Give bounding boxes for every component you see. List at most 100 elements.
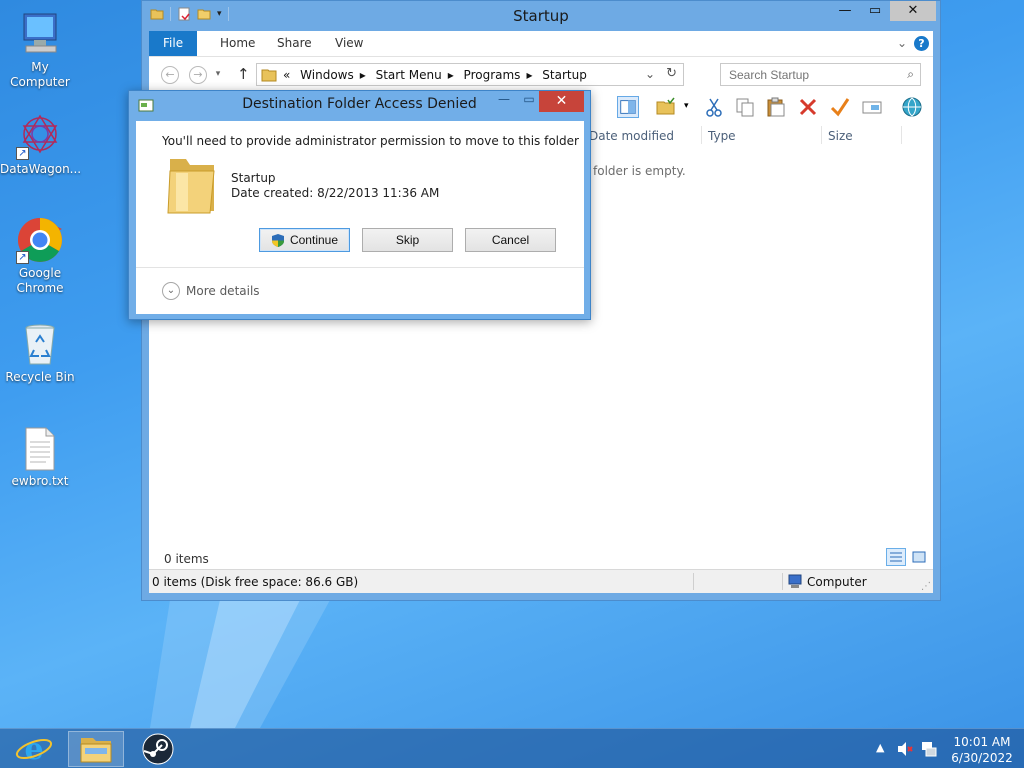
- large-icons-view-button[interactable]: [909, 548, 929, 566]
- forward-button[interactable]: →: [189, 66, 207, 84]
- search-box[interactable]: ⌕: [720, 63, 921, 86]
- recent-locations-chevron-icon[interactable]: ▾: [213, 66, 223, 84]
- dialog-minimize-button[interactable]: —: [491, 92, 517, 106]
- computer-icon: [788, 574, 802, 588]
- breadcrumb-separator-icon[interactable]: ▸: [448, 68, 454, 82]
- window-controls: — ▭ ✕: [830, 1, 936, 21]
- minimize-button[interactable]: —: [830, 1, 860, 21]
- rename-icon[interactable]: [861, 96, 883, 118]
- checkmark-icon[interactable]: [829, 96, 851, 118]
- folder-options-dropdown-chevron-icon[interactable]: ▾: [684, 101, 689, 111]
- cut-icon[interactable]: [703, 96, 725, 118]
- dialog-maximize-button[interactable]: ▭: [517, 92, 541, 106]
- ribbon-expand-chevron-icon[interactable]: ⌄: [897, 36, 907, 50]
- help-icon[interactable]: ?: [914, 36, 929, 51]
- folder-name: Startup: [231, 171, 276, 185]
- desktop-icon-recycle-bin[interactable]: Recycle Bin: [0, 320, 80, 385]
- dialog-divider: [136, 267, 584, 268]
- column-header-date-modified[interactable]: Date modified: [589, 129, 674, 143]
- volume-muted-icon[interactable]: [896, 740, 914, 758]
- shortcut-arrow-icon: ↗: [16, 147, 29, 160]
- paste-icon[interactable]: [765, 96, 787, 118]
- search-icon[interactable]: ⌕: [907, 67, 914, 82]
- address-field[interactable]: « Windows ▸ Start Menu ▸ Programs ▸ Startup…: [256, 63, 684, 86]
- copy-icon[interactable]: [734, 96, 756, 118]
- dialog-body: You'll need to provide administrator per…: [136, 121, 584, 314]
- column-header-size[interactable]: Size: [828, 129, 853, 143]
- back-button[interactable]: ←: [161, 66, 179, 84]
- search-input[interactable]: [721, 64, 891, 85]
- breadcrumb-item[interactable]: Windows: [300, 68, 354, 82]
- details-view-button[interactable]: [886, 548, 906, 566]
- ribbon-tabs: File Home Share View ⌄ ?: [149, 31, 933, 56]
- recycle-bin-icon: [25, 324, 55, 365]
- taskbar-clock[interactable]: 10:01 AM 6/30/2022: [948, 734, 1016, 766]
- text-file-icon: [25, 427, 55, 471]
- dialog-message: You'll need to provide administrator per…: [162, 134, 579, 148]
- taskbar-file-explorer[interactable]: [68, 731, 124, 767]
- more-details-toggle[interactable]: More details: [186, 284, 260, 298]
- tab-view[interactable]: View: [321, 31, 377, 56]
- network-globe-icon[interactable]: [901, 96, 923, 118]
- status-divider: [782, 573, 783, 590]
- folder-date-created: Date created: 8/22/2013 11:36 AM: [231, 186, 440, 200]
- delete-icon[interactable]: [797, 96, 819, 118]
- desktop-icon-my-computer[interactable]: My Computer: [0, 10, 80, 90]
- status-divider: [693, 573, 694, 590]
- explorer-titlebar[interactable]: ▾ Startup — ▭ ✕: [142, 1, 940, 31]
- desktop-icon-label: Google Chrome: [16, 266, 64, 295]
- desktop-icon-label: Recycle Bin: [5, 370, 75, 384]
- items-count: 0 items: [164, 552, 209, 566]
- breadcrumb-item[interactable]: Startup: [542, 68, 587, 82]
- steam-icon: [142, 733, 174, 765]
- breadcrumb-prefix[interactable]: «: [283, 68, 290, 82]
- status-bar: 0 items (Disk free space: 86.6 GB) Compu…: [149, 569, 933, 593]
- computer-icon: [23, 13, 57, 53]
- breadcrumb-separator-icon[interactable]: ▸: [360, 68, 366, 82]
- details-view-icon: [890, 552, 902, 562]
- close-button[interactable]: ✕: [890, 1, 936, 21]
- address-dropdown-chevron-icon[interactable]: ⌄: [645, 67, 655, 81]
- column-header-type[interactable]: Type: [708, 129, 736, 143]
- folder-options-icon[interactable]: [655, 96, 677, 118]
- cancel-button[interactable]: Cancel: [465, 228, 556, 252]
- desktop-icon-label: My Computer: [10, 60, 70, 89]
- breadcrumb: « Windows ▸ Start Menu ▸ Programs ▸ Startup: [283, 68, 593, 82]
- resize-grip-icon[interactable]: ⋰: [921, 581, 931, 592]
- taskbar-steam[interactable]: [130, 731, 186, 767]
- desktop-icon-datawagon[interactable]: ↗ DataWagon...: [0, 112, 82, 177]
- skip-button[interactable]: Skip: [362, 228, 453, 252]
- breadcrumb-separator-icon[interactable]: ▸: [526, 68, 532, 82]
- uac-shield-icon: [271, 234, 284, 248]
- continue-button[interactable]: Continue: [259, 228, 350, 252]
- network-icon[interactable]: [920, 740, 938, 758]
- file-explorer-icon: [80, 738, 112, 763]
- show-hidden-icons-chevron-icon[interactable]: ▲: [876, 741, 884, 754]
- chevron-down-icon[interactable]: ⌄: [162, 282, 180, 300]
- desktop-icon-ewbro-txt[interactable]: ewbro.txt: [0, 424, 80, 489]
- desktop-icon-chrome[interactable]: ↗ Google Chrome: [0, 216, 80, 296]
- taskbar-internet-explorer[interactable]: e: [6, 731, 62, 767]
- breadcrumb-item[interactable]: Start Menu: [376, 68, 442, 82]
- refresh-icon[interactable]: ↻: [666, 66, 677, 81]
- dialog-close-button[interactable]: ✕: [539, 91, 584, 112]
- desktop-icon-label: DataWagon...: [0, 162, 82, 176]
- breadcrumb-item[interactable]: Programs: [464, 68, 521, 82]
- tab-share[interactable]: Share: [263, 31, 326, 56]
- up-arrow-icon[interactable]: ↑: [237, 65, 250, 83]
- empty-folder-message: folder is empty.: [593, 164, 686, 178]
- svg-text:e: e: [24, 732, 43, 767]
- folder-icon: [261, 69, 277, 82]
- column-divider[interactable]: [901, 126, 902, 144]
- taskbar: e ▲ 10:01 AM 6/30/2022: [0, 728, 1024, 768]
- maximize-button[interactable]: ▭: [860, 1, 890, 21]
- status-disk-space: 0 items (Disk free space: 86.6 GB): [152, 575, 359, 589]
- preview-pane-icon[interactable]: [617, 96, 639, 118]
- shortcut-arrow-icon: ↗: [16, 251, 29, 264]
- column-divider[interactable]: [701, 126, 702, 144]
- continue-button-label: Continue: [289, 233, 339, 247]
- column-divider[interactable]: [821, 126, 822, 144]
- tab-home[interactable]: Home: [206, 31, 269, 56]
- tab-file[interactable]: File: [149, 31, 198, 56]
- clock-time: 10:01 AM: [953, 735, 1011, 749]
